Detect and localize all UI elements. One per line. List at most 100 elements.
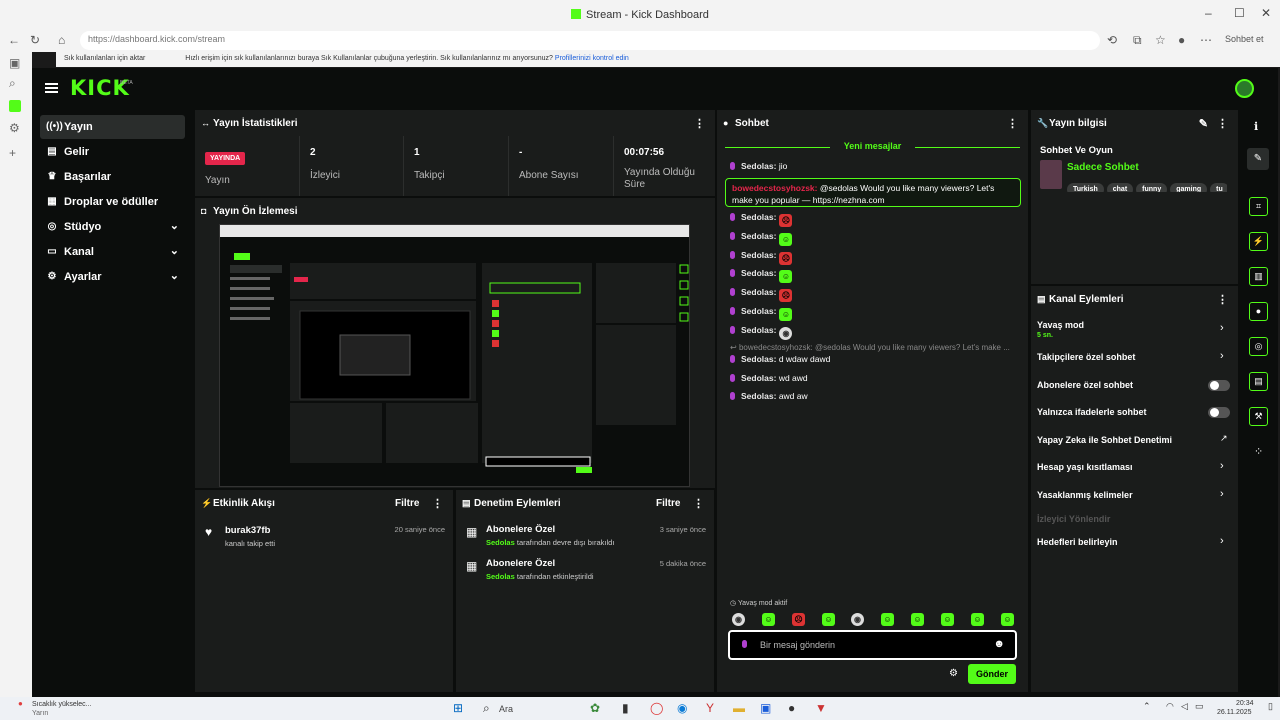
chat-username[interactable]: Sedolas: [741,373,776,383]
more-options-icon[interactable]: ⋮ [432,497,443,510]
search-icon[interactable]: ⌕ [483,701,490,716]
smile-emote-icon[interactable]: ☺ [881,613,894,626]
chevron-right-icon[interactable]: › [1220,350,1224,362]
minimize-icon[interactable]: – [1205,6,1212,20]
split-icon[interactable]: ⧉ [1133,33,1142,48]
tag[interactable]: tu [1210,183,1227,192]
external-link-icon[interactable]: ↗ [1220,433,1228,444]
lightning-icon[interactable]: ⚡ [1249,232,1268,251]
filter-button[interactable]: Filtre [656,498,680,509]
clock-time[interactable]: 20:34 [1236,700,1254,707]
followers-only-action[interactable]: Takipçilere özel sohbet [1037,352,1135,362]
app2-icon[interactable]: ▼ [815,701,827,715]
smile-emote-icon[interactable]: ☺ [941,613,954,626]
mod-user[interactable]: Sedolas [486,538,515,547]
home-icon[interactable]: ⌂ [58,33,65,47]
menu-icon[interactable] [45,83,58,93]
category-link[interactable]: Sadece Sohbet [1067,162,1139,173]
sidebar-item-yayin[interactable]: ((•)) Yayın [40,115,185,139]
broadcast-icon[interactable]: ◎ [1249,337,1268,356]
start-icon[interactable]: ⊞ [453,701,463,715]
chat-input[interactable] [760,638,980,652]
wrench-icon[interactable]: ⚒ [1249,407,1268,426]
kick-app-icon[interactable] [9,100,21,112]
back-icon[interactable]: ← [8,33,20,47]
chat-username[interactable]: Sedolas: [741,354,776,364]
app-icon[interactable]: ▣ [760,701,771,715]
angry-emote-icon[interactable]: ☹ [792,613,805,626]
ai-moderation-action[interactable]: Yapay Zeka ile Sohbet Denetimi [1037,435,1172,445]
tray-chevron-icon[interactable]: ⌃ [1143,701,1151,712]
chat-username[interactable]: Sedolas: [741,287,776,297]
smile-emote-icon[interactable]: ☺ [762,613,775,626]
tag[interactable]: gaming [1170,183,1208,192]
chevron-right-icon[interactable]: › [1220,460,1224,472]
more-options-icon[interactable]: ⋮ [1007,117,1018,130]
opera-icon[interactable]: ◯ [650,701,663,715]
more-options-icon[interactable]: ⋮ [693,497,704,510]
chevron-right-icon[interactable]: › [1220,535,1224,547]
more-icon[interactable]: ⋯ [1200,33,1212,47]
yandex-icon[interactable]: Y [706,701,714,715]
banned-words-action[interactable]: Yasaklanmış kelimeler [1037,490,1133,500]
gear-icon[interactable]: ⚙ [949,668,958,679]
chevron-right-icon[interactable]: › [1220,322,1224,334]
task-view-icon[interactable]: ▮ [622,701,629,715]
age-restriction-action[interactable]: Hesap yaşı kısıtlaması [1037,462,1133,472]
send-button[interactable]: Gönder [968,664,1016,684]
search-icon[interactable]: ⌕ [9,76,16,91]
edit-layout-icon[interactable]: ✎ [1247,148,1269,170]
sidebar-item-kanal[interactable]: ▭ Kanal ⌄ [40,240,185,264]
smile-emote-icon[interactable]: ☺ [971,613,984,626]
slow-mode-action[interactable]: Yavaş mod 5 sn. [1037,320,1084,339]
chat-username[interactable]: Sedolas: [741,161,776,171]
sidebar-item-gelir[interactable]: ▤ Gelir [40,140,185,164]
new-messages-divider[interactable]: Yeni mesajlar [725,141,1020,151]
maximize-icon[interactable]: ☐ [1234,6,1245,20]
stream-preview-video[interactable] [219,224,690,487]
smile-emote-icon[interactable]: ☺ [822,613,835,626]
tag[interactable]: chat [1106,183,1134,192]
chat-username[interactable]: Sedolas: [741,250,776,260]
scan-icon[interactable]: ⌗ [1249,197,1268,216]
chat-username[interactable]: Sedolas: [741,212,776,222]
extensions-icon[interactable]: ⟲ [1107,33,1117,47]
refresh-icon[interactable]: ↻ [30,33,40,47]
folder-icon[interactable]: ▬ [733,701,745,715]
battery-icon[interactable]: ▭ [1195,701,1204,712]
check-profiles-link[interactable]: Profillerinizi kontrol edin [555,55,629,62]
sidebar-item-droplar[interactable]: ▦ Droplar ve ödüller [40,190,185,214]
smile-emote-icon[interactable]: ☺ [1001,613,1014,626]
set-goals-action[interactable]: Hedefleri belirleyin [1037,537,1118,547]
widgets-icon[interactable]: ✿ [590,701,600,715]
chat-username[interactable]: Sedolas: [741,325,776,335]
chat-username[interactable]: Sedolas: [741,391,776,401]
ball-emote-icon[interactable]: ◉ [851,613,864,626]
favorites-icon[interactable]: ☆ [1155,33,1166,47]
sidebar-item-ayarlar[interactable]: ⚙ Ayarlar ⌄ [40,265,185,289]
notification-icon[interactable]: ▯ [1268,701,1273,712]
mod-user[interactable]: Sedolas [486,572,515,581]
more-options-icon[interactable]: ⋮ [1217,293,1228,306]
tag[interactable]: funny [1136,183,1168,192]
close-icon[interactable]: ✕ [1261,6,1271,20]
ball-emote-icon[interactable]: ◉ [732,613,745,626]
avatar[interactable] [1235,79,1254,98]
more-options-icon[interactable]: ⋮ [1217,117,1228,130]
chat-username[interactable]: Sedolas: [741,268,776,278]
document-icon[interactable]: ▥ [1249,267,1268,286]
wifi-icon[interactable]: ◠ [1166,701,1174,712]
profile-icon[interactable]: ● [1178,33,1185,47]
add-icon[interactable]: + [9,146,16,160]
tabs-icon[interactable]: ▣ [9,56,20,70]
apps-icon[interactable]: ⁘ [1254,445,1263,458]
chat-username[interactable]: bowedecstosyhozsk: [732,183,818,193]
settings-icon[interactable]: ⚙ [9,121,20,135]
address-field[interactable]: https://dashboard.kick.com/stream [80,31,1100,50]
volume-icon[interactable]: ◁ [1181,701,1188,712]
chevron-right-icon[interactable]: › [1220,488,1224,500]
taskbar-search[interactable]: Ara [499,704,513,714]
edge-icon[interactable]: ◉ [677,701,687,715]
chat-username[interactable]: Sedolas: [741,231,776,241]
copilot-button[interactable]: Sohbet et [1225,34,1264,44]
